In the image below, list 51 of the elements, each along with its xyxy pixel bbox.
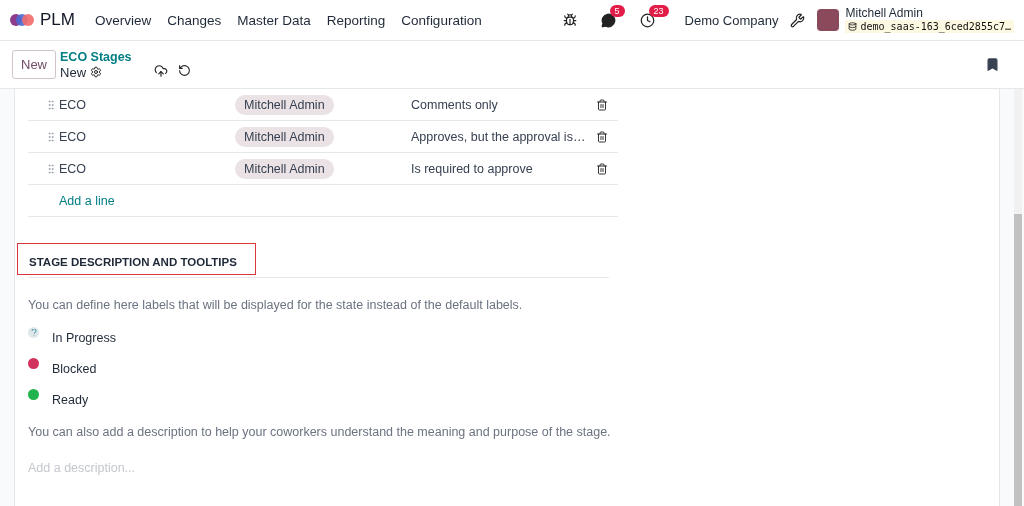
- help-status-icon[interactable]: [28, 327, 39, 338]
- user-tag: Mitchell Admin: [235, 126, 334, 147]
- drag-handle-icon[interactable]: [45, 162, 57, 175]
- drag-handle-icon[interactable]: [45, 130, 57, 143]
- menu-item[interactable]: Changes: [159, 12, 230, 28]
- state-label: In Progress: [52, 331, 116, 345]
- menu-item[interactable]: Configuration: [393, 12, 490, 28]
- menu-item[interactable]: Overview: [86, 12, 160, 28]
- activity-count: 23: [648, 4, 669, 17]
- database-icon: [848, 22, 858, 31]
- table-cell-text: Approves, but the approval is…: [411, 129, 587, 144]
- new-button[interactable]: New: [12, 50, 56, 79]
- app-logo[interactable]: [10, 12, 34, 28]
- bookmark-icon[interactable]: [985, 57, 1000, 72]
- table-cell-text: Is required to approve: [411, 161, 534, 176]
- section-title: STAGE DESCRIPTION AND TOOLTIPS: [17, 243, 256, 275]
- delete-icon[interactable]: [596, 98, 608, 111]
- drag-handle-icon[interactable]: [45, 98, 57, 111]
- status-dot[interactable]: [28, 389, 39, 400]
- hint-text: You can also add a description to help your coworkers understand the meaning and purpose of the stage.: [28, 425, 612, 439]
- menu-item[interactable]: Reporting: [318, 12, 394, 28]
- status-dot[interactable]: [28, 358, 39, 369]
- record-name: New: [60, 64, 87, 80]
- user-tag: Mitchell Admin: [235, 158, 334, 179]
- add-line-link[interactable]: Add a line: [59, 193, 235, 208]
- message-count: 5: [609, 4, 625, 17]
- table-cell-text: ECO: [59, 161, 88, 176]
- user-tag: Mitchell Admin: [235, 94, 334, 115]
- chat-icon[interactable]: [600, 12, 616, 28]
- intro-text: You can define here labels that will be displayed for the state instead of the default labels.: [28, 298, 524, 312]
- user-avatar[interactable]: [817, 9, 840, 31]
- menu-item[interactable]: Master Data: [229, 12, 319, 28]
- table-cell-text: ECO: [59, 129, 88, 144]
- company-switcher[interactable]: Demo Company: [684, 12, 779, 28]
- database-name: demo_saas-163_6ced2855c7…: [845, 20, 1014, 33]
- save-icon[interactable]: [153, 63, 168, 78]
- tools-icon[interactable]: [790, 12, 806, 28]
- delete-icon[interactable]: [596, 162, 608, 175]
- state-label: Blocked: [52, 362, 97, 376]
- state-label: Ready: [52, 393, 89, 407]
- clock-icon[interactable]: [639, 12, 655, 28]
- bug-icon[interactable]: [562, 13, 577, 27]
- table-cell-text: Comments only: [411, 97, 499, 112]
- user-name: Mitchell Admin: [845, 7, 924, 20]
- scrollbar-thumb[interactable]: [1014, 214, 1022, 506]
- settings-icon[interactable]: [90, 66, 103, 78]
- delete-icon[interactable]: [596, 130, 608, 143]
- app-name[interactable]: PLM: [40, 10, 75, 30]
- breadcrumb-link[interactable]: ECO Stages: [60, 49, 132, 65]
- discard-icon[interactable]: [177, 63, 191, 77]
- table-cell-text: ECO: [59, 97, 88, 112]
